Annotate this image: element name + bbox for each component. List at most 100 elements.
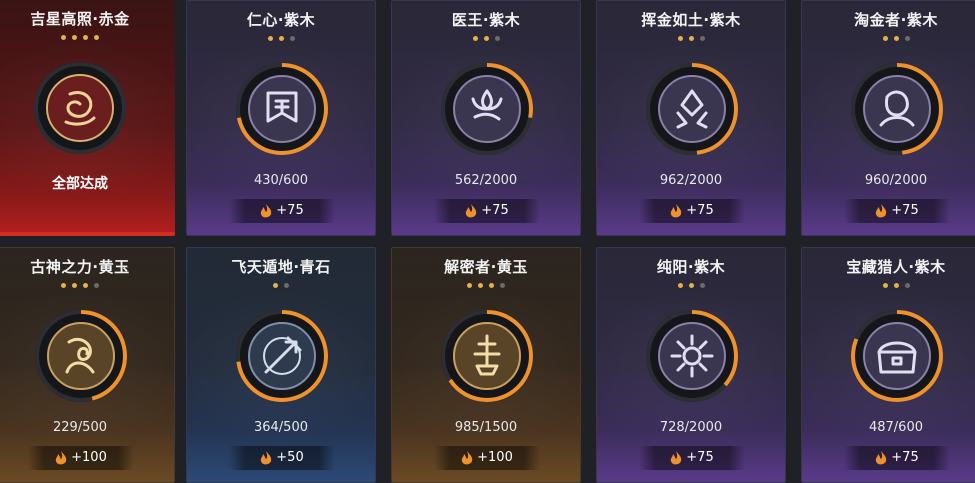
achievement-card[interactable]: 解密者·黄玉 985/1500 +100 — [391, 247, 581, 483]
star-dot — [483, 36, 489, 41]
emblem-disc — [658, 75, 726, 143]
progress-count: 562/2000 — [454, 173, 518, 188]
star-dot — [489, 283, 494, 288]
reward-amount: +75 — [891, 450, 919, 465]
reward-amount: +75 — [686, 450, 714, 465]
star-dot — [278, 36, 284, 41]
star-dot — [284, 283, 289, 288]
reward-pill: +100 — [434, 446, 540, 470]
star-dot — [61, 283, 66, 288]
star-dot — [500, 283, 505, 288]
progress-ring — [851, 63, 943, 155]
flame-icon — [466, 203, 477, 217]
progress-count: 430/600 — [253, 173, 308, 188]
progress-count: 728/2000 — [659, 420, 723, 435]
star-rating — [187, 36, 375, 41]
reward-pill: +75 — [229, 199, 335, 223]
emblem-disc — [658, 322, 726, 390]
star-dot — [494, 36, 500, 41]
star-dot — [72, 35, 77, 40]
progress-ring — [34, 62, 126, 154]
star-dot — [677, 283, 683, 288]
reward-pill: +75 — [639, 446, 745, 470]
star-rating — [597, 36, 785, 41]
achievement-card[interactable]: 吉星高照·赤金 全部达成 — [0, 0, 175, 236]
reward-pill: +75 — [639, 199, 745, 223]
reward-amount: +50 — [276, 450, 304, 465]
star-dot — [72, 283, 77, 288]
achievement-card[interactable]: 纯阳·紫木 728/2000 +75 — [596, 247, 786, 483]
progress-ring — [646, 310, 738, 402]
completed-label: 全部达成 — [52, 176, 108, 192]
star-dot — [688, 36, 694, 41]
star-dot — [699, 283, 705, 288]
star-dot — [273, 283, 278, 288]
star-dot — [83, 35, 88, 40]
achievement-card[interactable]: 飞天遁地·青石 364/500 +50 — [186, 247, 376, 483]
progress-ring — [851, 310, 943, 402]
reward-pill: +50 — [229, 446, 335, 470]
progress-ring — [236, 310, 328, 402]
star-rating — [0, 283, 174, 288]
reward-amount: +75 — [891, 203, 919, 218]
progress-ring — [441, 310, 533, 402]
star-dot — [904, 283, 910, 288]
star-dot — [467, 283, 472, 288]
achievement-card[interactable]: 宝藏猎人·紫木 487/600 +75 — [801, 247, 975, 483]
reward-amount: +75 — [276, 203, 304, 218]
flame-icon — [261, 450, 272, 464]
star-dot — [478, 283, 483, 288]
flame-icon — [671, 450, 682, 464]
star-dot — [83, 283, 88, 288]
star-dot — [289, 36, 295, 41]
star-rating — [802, 36, 975, 41]
star-dot — [893, 283, 899, 288]
achievement-card[interactable]: 医王·紫木 562/2000 +75 — [391, 0, 581, 236]
emblem-disc — [47, 322, 115, 390]
star-rating — [392, 36, 580, 41]
achievement-card[interactable]: 淘金者·紫木 960/2000 +75 — [801, 0, 975, 236]
reward-amount: +75 — [686, 203, 714, 218]
progress-ring — [441, 63, 533, 155]
emblem-disc — [46, 74, 114, 142]
reward-pill: +100 — [28, 446, 134, 470]
flame-icon — [461, 450, 473, 464]
star-dot — [472, 36, 478, 41]
flame-icon — [671, 203, 682, 217]
star-dot — [94, 283, 99, 288]
achievement-title: 吉星高照·赤金 — [30, 10, 130, 28]
progress-count: 229/500 — [52, 420, 107, 435]
star-dot — [893, 36, 899, 41]
star-dot — [882, 283, 888, 288]
star-dot — [61, 35, 66, 40]
emblem-disc — [863, 75, 931, 143]
achievement-card[interactable]: 仁心·紫木 430/600 +75 — [186, 0, 376, 236]
achievement-card[interactable]: 古神之力·黄玉 229/500 +100 — [0, 247, 175, 483]
star-dot — [267, 36, 273, 41]
achievement-grid: 吉星高照·赤金 全部达成 仁心·紫木 430/600 +75 医王·紫木 562/2000 +… — [0, 0, 975, 483]
progress-ring — [646, 63, 738, 155]
flame-icon — [55, 450, 67, 464]
star-rating — [802, 283, 975, 288]
reward-amount: +100 — [477, 450, 513, 465]
achievement-title: 飞天遁地·青石 — [231, 258, 331, 276]
achievement-title: 挥金如土·紫木 — [641, 11, 741, 29]
star-rating — [0, 35, 175, 40]
progress-ring — [236, 63, 328, 155]
progress-count: 962/2000 — [659, 173, 723, 188]
progress-count: 985/1500 — [454, 420, 518, 435]
reward-amount: +100 — [71, 450, 107, 465]
reward-pill: +75 — [434, 199, 540, 223]
flame-icon — [261, 203, 272, 217]
achievement-title: 古神之力·黄玉 — [30, 258, 130, 276]
star-dot — [882, 36, 888, 41]
progress-count: 487/600 — [868, 420, 923, 435]
star-rating — [187, 283, 375, 288]
progress-count: 960/2000 — [864, 173, 928, 188]
star-dot — [677, 36, 683, 41]
achievement-card[interactable]: 挥金如土·紫木 962/2000 +75 — [596, 0, 786, 236]
flame-icon — [876, 450, 887, 464]
progress-count: 364/500 — [253, 420, 308, 435]
reward-amount: +75 — [481, 203, 509, 218]
star-rating — [392, 283, 580, 288]
